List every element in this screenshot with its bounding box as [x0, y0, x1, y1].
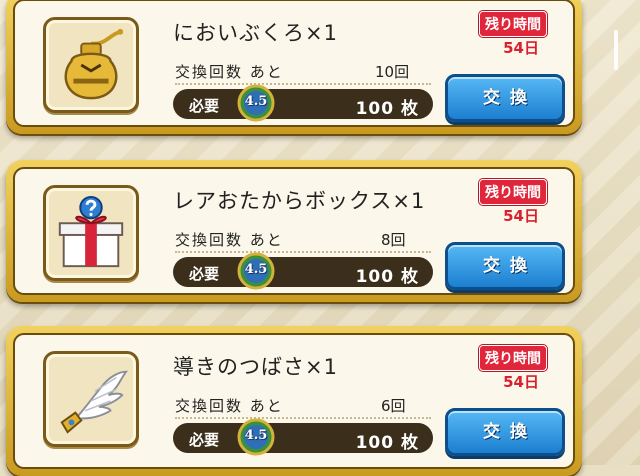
cost-bar: 必要 4.5 100 枚 — [173, 84, 433, 122]
exchange-item-card: レアおたからボックス×1 残り時間 54日 交換回数 あと 8回 必要 4.5 … — [6, 160, 582, 302]
item-name: 導きのつばさ×1 — [173, 355, 338, 379]
guiding-wing-icon — [60, 370, 129, 434]
cost-value: 100 枚 — [355, 433, 419, 453]
item-name: レアおたからボックス×1 — [173, 189, 426, 213]
scent-bag-icon — [64, 28, 124, 100]
cost-label: 必要 — [189, 431, 220, 449]
medal-value: 4.5 — [244, 428, 268, 443]
scrollbar[interactable] — [614, 30, 618, 70]
exchange-button[interactable]: 交換 — [445, 74, 565, 122]
exchange-button[interactable]: 交換 — [445, 242, 565, 290]
remaining-time-value: 54日 — [503, 373, 539, 391]
remaining-time-badge: 残り時間 — [479, 11, 547, 37]
exchange-item-card: 導きのつばさ×1 残り時間 54日 交換回数 あと 6回 必要 4.5 100 … — [6, 326, 582, 476]
cost-value: 100 枚 — [355, 99, 419, 119]
mystery-gift-box-icon — [58, 195, 124, 268]
dotted-divider — [175, 83, 431, 85]
medal-icon: 4.5 — [237, 84, 275, 122]
item-icon-frame — [43, 17, 139, 113]
cost-label: 必要 — [189, 97, 220, 115]
exchange-count-label: 交換回数 あと — [175, 397, 284, 415]
medal-icon: 4.5 — [237, 418, 275, 456]
item-name: においぶくろ×1 — [173, 21, 338, 45]
cost-label: 必要 — [189, 265, 220, 283]
cost-bar: 必要 4.5 100 枚 — [173, 418, 433, 456]
item-icon-frame — [43, 185, 139, 281]
exchange-count-value: 10回 — [375, 63, 410, 81]
remaining-time-badge: 残り時間 — [479, 179, 547, 205]
remaining-time-value: 54日 — [503, 207, 539, 225]
cost-bar: 必要 4.5 100 枚 — [173, 252, 433, 290]
card-panel: においぶくろ×1 残り時間 54日 交換回数 あと 10回 必要 4.5 100… — [13, 0, 575, 127]
medal-value: 4.5 — [244, 94, 268, 109]
dotted-divider — [175, 251, 431, 253]
card-panel: レアおたからボックス×1 残り時間 54日 交換回数 あと 8回 必要 4.5 … — [13, 167, 575, 295]
dotted-divider — [175, 417, 431, 419]
exchange-count-label: 交換回数 あと — [175, 63, 284, 81]
medal-icon: 4.5 — [237, 252, 275, 290]
exchange-item-card: においぶくろ×1 残り時間 54日 交換回数 あと 10回 必要 4.5 100… — [6, 0, 582, 134]
exchange-count-value: 6回 — [381, 397, 406, 415]
exchange-button[interactable]: 交換 — [445, 408, 565, 456]
cost-value: 100 枚 — [355, 267, 419, 287]
medal-value: 4.5 — [244, 262, 268, 277]
item-icon-frame — [43, 351, 139, 447]
exchange-count-label: 交換回数 あと — [175, 231, 284, 249]
remaining-time-value: 54日 — [503, 39, 539, 57]
remaining-time-badge: 残り時間 — [479, 345, 547, 371]
card-panel: 導きのつばさ×1 残り時間 54日 交換回数 あと 6回 必要 4.5 100 … — [13, 333, 575, 469]
exchange-count-value: 8回 — [381, 231, 406, 249]
